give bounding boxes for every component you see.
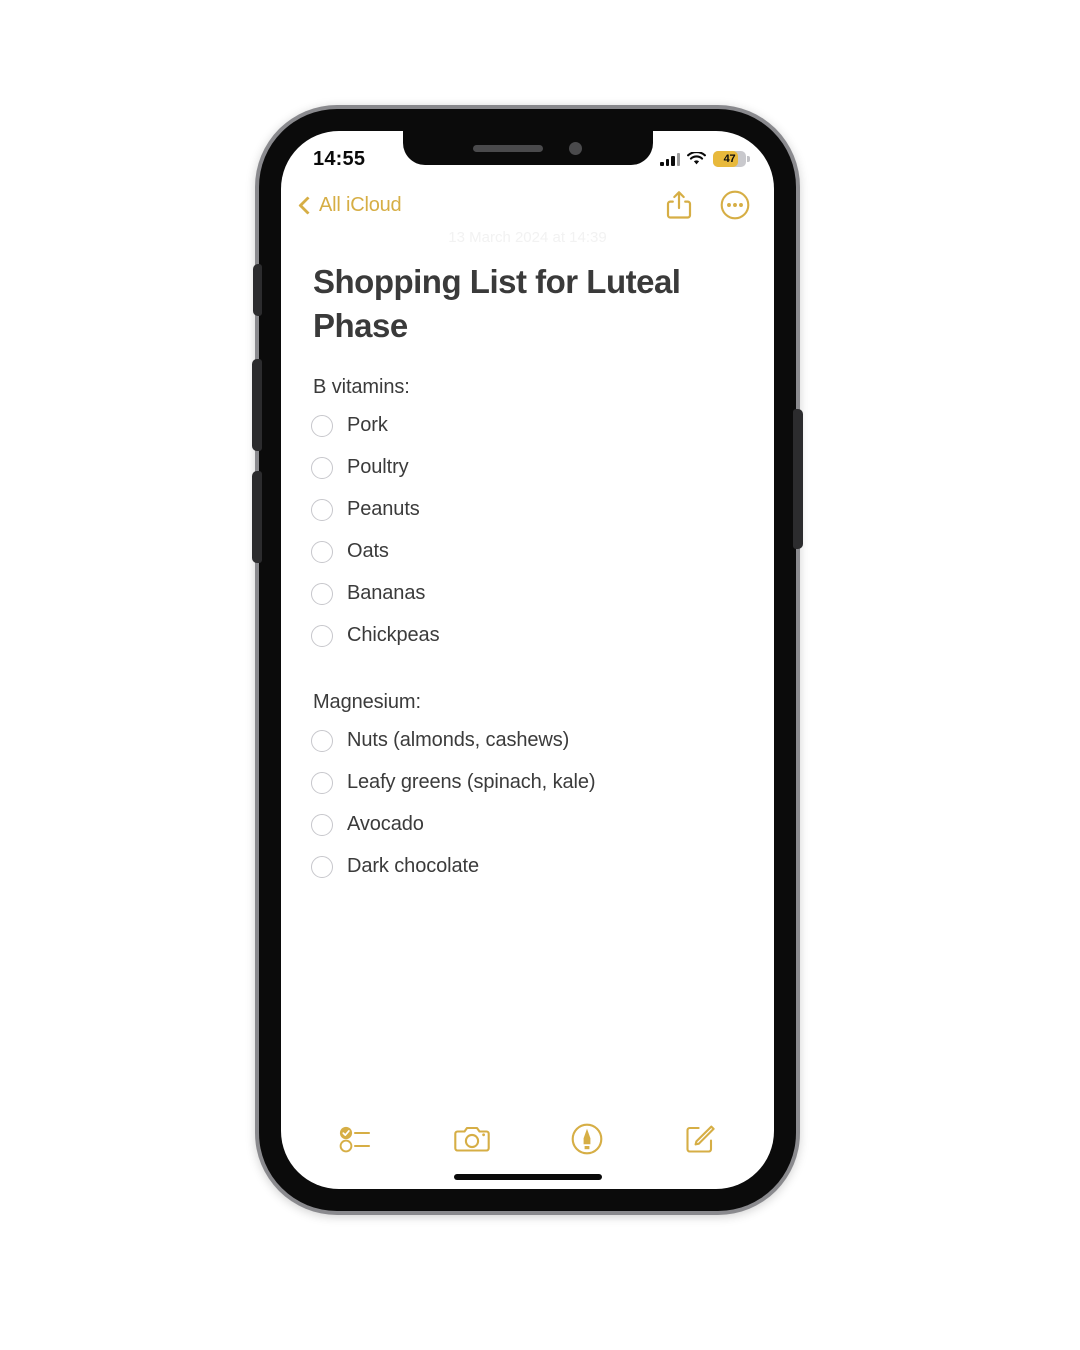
status-indicators: 47	[660, 151, 750, 167]
front-camera-icon	[569, 141, 582, 155]
checkbox-icon[interactable]	[311, 498, 333, 521]
checkbox-icon[interactable]	[311, 456, 333, 479]
power-button[interactable]	[793, 409, 803, 549]
notch	[402, 131, 653, 165]
checkbox-icon[interactable]	[311, 414, 333, 437]
checkbox-icon[interactable]	[311, 855, 333, 878]
checklist-item[interactable]: Bananas	[311, 573, 744, 615]
checkbox-icon[interactable]	[311, 624, 333, 647]
checklist-item[interactable]: Dark chocolate	[311, 846, 744, 888]
checklist-item-label: Dark chocolate	[347, 855, 479, 878]
checklist-item-label: Poultry	[347, 456, 409, 479]
cellular-signal-icon	[660, 152, 680, 166]
checklist-item-label: Leafy greens (spinach, kale)	[347, 771, 596, 794]
checklist-item[interactable]: Chickpeas	[311, 615, 744, 657]
share-icon[interactable]	[666, 190, 692, 220]
checklist-item-label: Chickpeas	[347, 624, 440, 647]
camera-icon[interactable]	[454, 1124, 490, 1154]
checklist-item-label: Bananas	[347, 582, 426, 605]
silent-switch-button[interactable]	[253, 264, 262, 316]
phone-screen: 14:55 47 All iCloud 13 March 2024 at 14:…	[281, 131, 774, 1189]
wifi-icon	[687, 152, 706, 165]
navigation-bar: All iCloud	[281, 179, 774, 231]
battery-icon: 47	[713, 151, 750, 167]
earpiece-speaker-icon	[473, 144, 543, 152]
checkbox-icon[interactable]	[311, 771, 333, 794]
checkbox-icon[interactable]	[311, 582, 333, 605]
checklist-item-label: Pork	[347, 414, 388, 437]
phone-body: 14:55 47 All iCloud 13 March 2024 at 14:…	[252, 109, 803, 1211]
home-indicator[interactable]	[453, 1174, 602, 1180]
checklist-item-label: Peanuts	[347, 498, 420, 521]
compose-icon[interactable]	[684, 1123, 716, 1155]
screenshot-canvas: 14:55 47 All iCloud 13 March 2024 at 14:…	[0, 0, 1080, 1350]
note-title: Shopping List for Luteal Phase	[313, 263, 681, 344]
back-button[interactable]: All iCloud	[298, 193, 402, 217]
checklist-section: Magnesium: Nuts (almonds, cashews) Leafy…	[311, 691, 744, 888]
section-heading: Magnesium:	[313, 690, 421, 713]
section-heading: B vitamins:	[313, 375, 410, 398]
checklist-item-label: Avocado	[347, 813, 424, 836]
volume-down-button[interactable]	[252, 471, 262, 563]
back-button-label: All iCloud	[319, 193, 402, 216]
checklist-icon[interactable]	[339, 1124, 373, 1154]
nav-actions	[666, 190, 750, 220]
checklist-item[interactable]: Nuts (almonds, cashews)	[311, 720, 744, 762]
checklist-item[interactable]: Avocado	[311, 804, 744, 846]
markup-pen-icon[interactable]	[571, 1123, 603, 1155]
checklist-item[interactable]: Poultry	[311, 447, 744, 489]
status-time: 14:55	[313, 147, 366, 170]
checklist-item[interactable]: Peanuts	[311, 489, 744, 531]
checkbox-icon[interactable]	[311, 813, 333, 836]
phone-frame: 14:55 47 All iCloud 13 March 2024 at 14:…	[252, 105, 803, 1215]
checklist-item[interactable]: Leafy greens (spinach, kale)	[311, 762, 744, 804]
note-content[interactable]: 13 March 2024 at 14:39 Shopping List for…	[281, 227, 774, 1117]
checklist-item[interactable]: Pork	[311, 405, 744, 447]
chevron-left-icon	[298, 196, 317, 215]
checkbox-icon[interactable]	[311, 540, 333, 563]
checklist-item[interactable]: Oats	[311, 531, 744, 573]
checkbox-icon[interactable]	[311, 729, 333, 752]
note-date: 13 March 2024 at 14:39	[448, 229, 607, 246]
more-ellipsis-icon[interactable]	[720, 190, 750, 220]
battery-level: 47	[723, 153, 736, 165]
volume-up-button[interactable]	[252, 359, 262, 451]
checklist-section: B vitamins: Pork Poultry Peanuts Oats Ba…	[311, 376, 744, 657]
checklist-item-label: Nuts (almonds, cashews)	[347, 729, 570, 752]
note-toolbar	[281, 1113, 774, 1165]
checklist-item-label: Oats	[347, 540, 389, 563]
